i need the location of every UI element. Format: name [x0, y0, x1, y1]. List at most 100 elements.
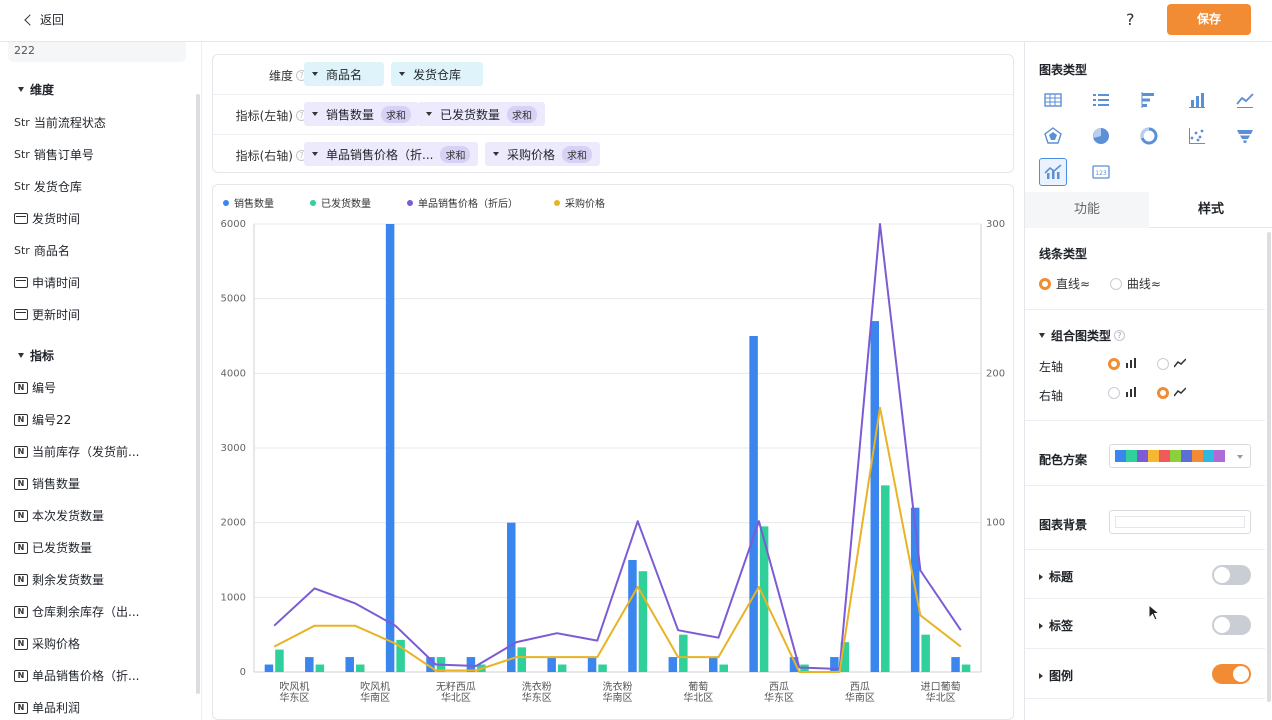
help-circle-icon[interactable]: ?: [1114, 330, 1126, 341]
left-axis-line-radio[interactable]: [1156, 357, 1187, 371]
metric-field-5[interactable]: N 已发货数量: [14, 539, 92, 556]
right-axis-line-radio[interactable]: [1156, 386, 1187, 400]
x-tick-label-6: 华东区: [764, 691, 794, 704]
legend-item-1[interactable]: 已发货数量: [310, 195, 371, 210]
metric-field-9[interactable]: N 单品销售价格（折...: [14, 667, 139, 684]
dimension-pill-0[interactable]: 商品名: [304, 62, 384, 86]
dimension-section-title[interactable]: 维度: [18, 81, 54, 98]
metric-field-7[interactable]: N 仓库剩余库存（出...: [14, 603, 139, 620]
x-tick-label-8: 华北区: [926, 691, 956, 704]
legend-dot: [310, 199, 316, 206]
bar-1-1: [315, 664, 325, 672]
title-toggle[interactable]: [1212, 565, 1251, 585]
x-tick-label-5: 葡萄: [688, 680, 708, 693]
field-item-top[interactable]: 222: [8, 42, 186, 62]
line-curve-radio[interactable]: 曲线≈: [1109, 275, 1161, 292]
x-tick-label-1: 吹风机: [360, 680, 390, 693]
back-button[interactable]: 返回: [24, 11, 64, 28]
legend-section[interactable]: 图例: [1039, 667, 1073, 684]
metric-section-title[interactable]: 指标: [18, 347, 54, 364]
legend-item-2[interactable]: 单品销售价格（折后）: [407, 195, 518, 210]
pie-icon: [1093, 128, 1109, 144]
chart-type-combo-chart[interactable]: [1039, 158, 1067, 186]
metric-field-1[interactable]: N 编号22: [14, 411, 71, 428]
left-axis-pill-0[interactable]: 销售数量 求和: [304, 102, 420, 126]
tab-style[interactable]: 样式: [1149, 192, 1272, 228]
legend-toggle[interactable]: [1212, 664, 1251, 684]
chart-type-number-card[interactable]: 123: [1087, 158, 1115, 186]
field-label: 申请时间: [32, 276, 81, 290]
chart-type-table[interactable]: [1039, 86, 1067, 114]
chart-type-horizontal-bar[interactable]: [1135, 86, 1163, 114]
dimension-pill-1[interactable]: 发货仓库: [391, 62, 483, 86]
x-tick-label-5: 华北区: [683, 691, 713, 704]
x-tick-label-7: 华南区: [845, 691, 875, 704]
right-axis-bar-radio[interactable]: [1108, 386, 1137, 400]
chart-type-donut[interactable]: [1135, 122, 1163, 150]
dimension-row: 维度? 商品名 发货仓库: [213, 55, 1013, 95]
panel-scrollbar[interactable]: [1267, 232, 1271, 702]
bar-0-12: [749, 336, 758, 672]
chart-type-bar-chart[interactable]: [1183, 86, 1211, 114]
metric-field-6[interactable]: N 剩余发货数量: [14, 571, 104, 588]
dimension-field-3[interactable]: 发货时间: [14, 210, 80, 227]
bar-1-6: [517, 647, 527, 672]
palette-select[interactable]: [1109, 444, 1251, 468]
legend-dot: [223, 199, 229, 206]
field-label: 已发货数量: [32, 541, 93, 555]
metric-field-10[interactable]: N 单品利润: [14, 699, 80, 716]
bar-0-17: [951, 657, 960, 672]
sidebar-scrollbar[interactable]: [196, 94, 200, 694]
radar-icon: [1044, 127, 1062, 144]
x-tick-label-4: 华南区: [603, 691, 633, 704]
line-straight-radio[interactable]: 直线≈: [1039, 275, 1090, 292]
right-axis-pill-1[interactable]: 采购价格 求和: [485, 142, 601, 166]
title-section[interactable]: 标题: [1039, 568, 1073, 585]
number-type-icon: N: [14, 413, 28, 426]
bar-0-15: [870, 321, 880, 672]
legend-item-3[interactable]: 采购价格: [554, 195, 605, 210]
combo-type-section[interactable]: 组合图类型?: [1039, 327, 1126, 344]
legend-item-0[interactable]: 销售数量: [223, 195, 274, 210]
dimension-field-1[interactable]: Str 销售订单号: [14, 146, 94, 163]
bar-1-17: [961, 664, 971, 672]
label-section[interactable]: 标签: [1039, 617, 1073, 634]
left-axis-bar-radio[interactable]: [1108, 357, 1137, 371]
help-button[interactable]: ?: [1126, 10, 1135, 29]
palette-swatch-5: [1170, 450, 1181, 462]
left-axis-pill-1[interactable]: 已发货数量 求和: [418, 102, 546, 126]
chart-type-scatter[interactable]: [1183, 122, 1211, 150]
dimension-field-0[interactable]: Str 当前流程状态: [14, 114, 106, 131]
donut-icon: [1140, 127, 1158, 145]
chart-type-pie[interactable]: [1087, 122, 1115, 150]
bar-1-9: [638, 571, 648, 672]
label-toggle[interactable]: [1212, 615, 1251, 635]
dimension-field-6[interactable]: 更新时间: [14, 306, 80, 323]
right-axis-pill-0[interactable]: 单品销售价格（折... 求和: [304, 142, 479, 166]
metric-field-8[interactable]: N 采购价格: [14, 635, 80, 652]
caret-right-icon: [1039, 672, 1043, 679]
caret-down-icon: [493, 152, 499, 156]
chart-type-line-chart[interactable]: [1231, 86, 1259, 114]
dimension-field-4[interactable]: Str 商品名: [14, 242, 70, 259]
dimension-field-5[interactable]: 申请时间: [14, 274, 80, 291]
field-label: 当前库存（发货前...: [32, 445, 140, 459]
bg-color-input[interactable]: [1109, 510, 1251, 534]
metric-field-4[interactable]: N 本次发货数量: [14, 507, 104, 524]
dimension-field-2[interactable]: Str 发货仓库: [14, 178, 82, 195]
number-type-icon: N: [14, 605, 28, 618]
metric-field-3[interactable]: N 销售数量: [14, 475, 80, 492]
tab-function[interactable]: 功能: [1025, 192, 1149, 228]
caret-down-icon: [18, 353, 24, 358]
metric-field-0[interactable]: N 编号: [14, 379, 56, 396]
metric-field-2[interactable]: N 当前库存（发货前...: [14, 443, 139, 460]
palette-swatch-8: [1203, 450, 1214, 462]
caret-down-icon: [312, 112, 318, 116]
chart-type-radar[interactable]: [1039, 122, 1067, 150]
chart-type-list[interactable]: [1087, 86, 1115, 114]
save-button[interactable]: 保存: [1167, 4, 1251, 35]
y-right-tick-label: 100: [986, 518, 1005, 529]
string-type-icon: Str: [14, 180, 30, 193]
calendar-icon: [14, 309, 28, 320]
chart-type-funnel[interactable]: [1231, 122, 1259, 150]
